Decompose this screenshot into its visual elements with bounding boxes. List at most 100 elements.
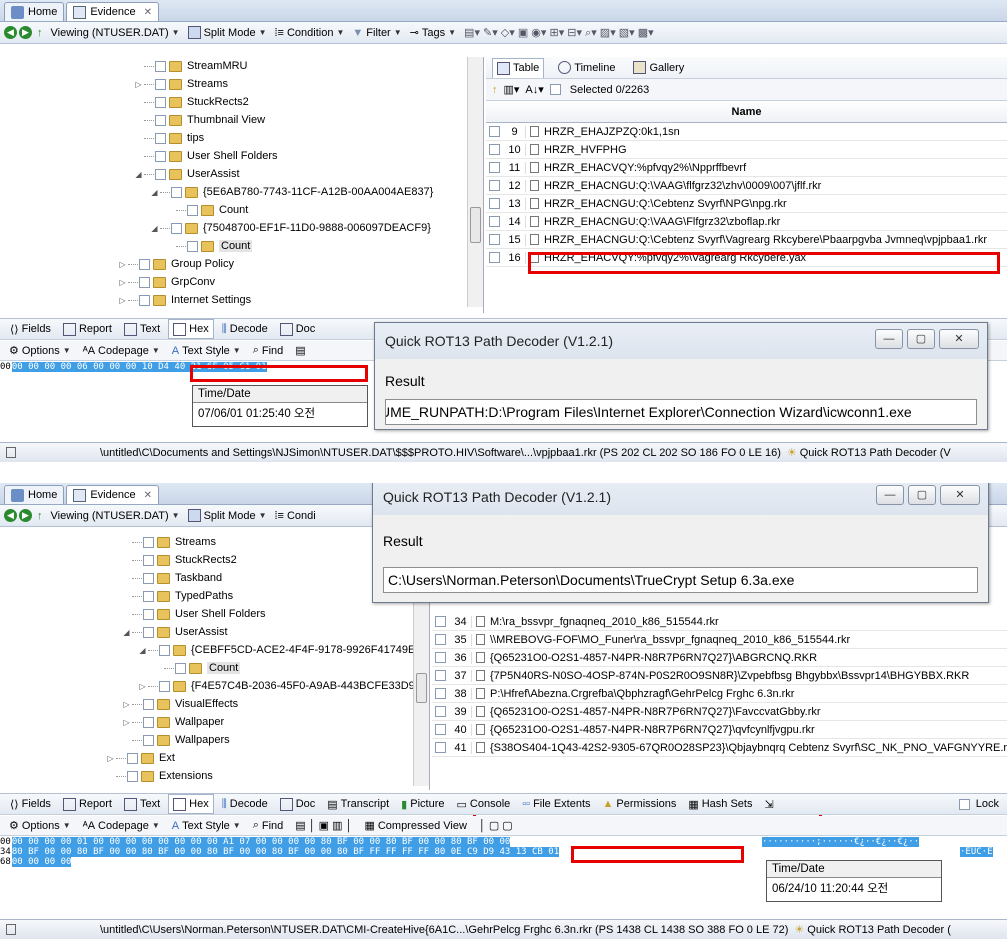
row-checkbox[interactable]	[489, 144, 500, 155]
tree-checkbox[interactable]	[155, 168, 166, 180]
status-task[interactable]: Quick ROT13 Path Decoder (	[807, 924, 951, 936]
tab-file-extents[interactable]: ▫▫ File Extents	[518, 798, 594, 810]
table-row[interactable]: 41 {S38OS404-1Q43-42S2-9305-67QR0O28SP23}…	[432, 739, 1007, 757]
tab-evidence[interactable]: Evidence ✕	[66, 485, 159, 504]
tab-fields[interactable]: ⟨⟩ Fields	[6, 323, 55, 336]
tree-node[interactable]: Wallpapers	[122, 731, 429, 749]
expander-icon[interactable]: ▷	[118, 260, 127, 269]
table-row[interactable]: 35 \\MREBOVG-FOF\MO_Funer\ra_bssvpr_fgnaq…	[432, 631, 1007, 649]
row-checkbox[interactable]	[435, 652, 446, 663]
tab-decode[interactable]: ⫼ Decode	[218, 323, 272, 336]
tab-report[interactable]: Report	[59, 797, 116, 811]
row-checkbox[interactable]	[489, 126, 500, 137]
tree-node[interactable]: ◢ UserAssist	[134, 165, 483, 183]
tab-evidence[interactable]: Evidence ✕	[66, 2, 159, 21]
table-row[interactable]: 12 HRZR_EHACNGU:Q:\VAAG\flfgrz32\zhv\0009…	[486, 177, 1007, 195]
page-icons[interactable]: │ ▢ ▢	[476, 819, 516, 832]
forward-icon[interactable]: ▶	[19, 26, 32, 39]
tab-doc[interactable]: Doc	[276, 322, 320, 336]
tree-node[interactable]: ▷ VisualEffects	[122, 695, 429, 713]
table-row[interactable]: 38 P:\Hfref\Abezna.Crgrefba\Qbphzragf\Geh…	[432, 685, 1007, 703]
close-tab-icon[interactable]: ✕	[144, 490, 152, 501]
select-all-checkbox[interactable]	[549, 84, 561, 95]
expander-icon[interactable]: ▷	[122, 718, 131, 727]
tree-node[interactable]: ▷ GrpConv	[118, 273, 483, 291]
tree-checkbox[interactable]	[175, 662, 186, 674]
row-checkbox[interactable]	[435, 724, 446, 735]
maximize-button[interactable]: ▢	[907, 329, 935, 349]
condition-dropdown[interactable]: ⁞≡ Condition ▼	[272, 27, 348, 39]
sort-up-icon[interactable]: ↑	[492, 84, 498, 96]
tab-text[interactable]: Text	[120, 322, 164, 336]
tree-checkbox[interactable]	[155, 78, 166, 90]
toolbar-icons[interactable]: ▤ │ ▣ ▥ │	[292, 819, 355, 832]
tree-node[interactable]: User Shell Folders	[122, 605, 429, 623]
tab-permissions[interactable]: ▲ Permissions	[599, 798, 681, 810]
tree-checkbox[interactable]	[143, 590, 154, 602]
lock-checkbox[interactable]	[958, 798, 970, 810]
tab-transcript[interactable]: ▤ Transcript	[323, 798, 393, 811]
tree-node[interactable]: ◢ {75048700-EF1F-11D0-9888-006097DEACF9}	[150, 219, 483, 237]
tree-node[interactable]: ▷ Wallpaper	[122, 713, 429, 731]
expander-icon[interactable]: ▷	[122, 700, 131, 709]
name-column-header[interactable]: Name	[486, 101, 1007, 123]
tree-checkbox[interactable]	[155, 150, 166, 162]
split-mode-dropdown[interactable]: Split Mode ▼	[185, 26, 270, 39]
table-row[interactable]: 10 HRZR_HVFPHG	[486, 141, 1007, 159]
tab-console[interactable]: ▭ Console	[452, 798, 514, 811]
tree-node[interactable]: ◢ {CEBFF5CD-ACE2-4F4F-9178-9926F41749EA}	[138, 641, 429, 659]
tab-home[interactable]: Home	[4, 2, 65, 21]
tab-timeline[interactable]: Timeline	[554, 61, 619, 74]
tab-picture[interactable]: ▮ Picture	[397, 798, 448, 811]
forward-icon[interactable]: ▶	[19, 509, 32, 522]
result-field[interactable]: C:\Users\Norman.Peterson\Documents\TrueC…	[383, 567, 978, 593]
tree-checkbox[interactable]	[155, 60, 166, 72]
tab-hash-sets[interactable]: ▦ Hash Sets	[684, 798, 756, 811]
find-button[interactable]: ⌕ Find	[250, 344, 287, 357]
table-row[interactable]: 40 {Q65231O0-O2S1-4857-N4PR-N8R7P6RN7Q27}…	[432, 721, 1007, 739]
tab-doc[interactable]: Doc	[276, 797, 320, 811]
expander-icon[interactable]: ▷	[118, 278, 127, 287]
options-dropdown[interactable]: ⚙ Options ▼	[6, 819, 74, 833]
expander-icon[interactable]: ◢	[150, 188, 159, 197]
table-row[interactable]: 37 {7P5N40RS-N0SO-4OSP-874N-P0S2R0O9SN8R}…	[432, 667, 1007, 685]
tab-home[interactable]: Home	[4, 485, 65, 504]
tree-node[interactable]: ▷ Internet Settings	[118, 291, 483, 309]
result-field[interactable]: UME_RUNPATH:D:\Program Files\Internet Ex…	[385, 399, 977, 425]
table-row[interactable]: 14 HRZR_EHACNGU:Q:\VAAG\Flfgrz32\zboflap.…	[486, 213, 1007, 231]
tree-node[interactable]: ▷ Ext	[106, 749, 429, 767]
row-checkbox[interactable]	[435, 634, 446, 645]
toolbar-icons[interactable]: ▤▾ ✎▾ ◇▾ ▣ ◉▾ ⊞▾ ⊟▾ ⌕▾ ▨▾ ▧▾ ▩▾	[461, 26, 657, 40]
up-button[interactable]: ↑	[34, 27, 46, 39]
hex-ascii-line[interactable]: ··········;······€¿··€¿··€¿··	[762, 837, 920, 847]
condition-dropdown[interactable]: ⁞≡ Condi	[272, 510, 319, 522]
hex-bytes[interactable]: 00 00 00 00 06 00 00 00 10 D4 40 21 6F 0…	[11, 362, 267, 372]
tree-checkbox[interactable]	[127, 752, 138, 764]
table-row[interactable]: 34 M:\ra_bssvpr_fgnaqneq_2010_k86_515544.…	[432, 613, 1007, 631]
tree-checkbox[interactable]	[171, 186, 182, 198]
lock-toggle[interactable]: Lock	[955, 798, 1007, 810]
tree-node[interactable]: ▷ Streams	[134, 75, 483, 93]
tree-scroll-thumb[interactable]	[416, 673, 427, 703]
tree-checkbox[interactable]	[187, 240, 198, 252]
row-checkbox[interactable]	[489, 198, 500, 209]
hex-ascii-line[interactable]: ·ÉÙC·Ë	[960, 847, 993, 857]
compressed-view-button[interactable]: ▦ Compressed View	[361, 819, 469, 833]
tree-node[interactable]: StreamMRU	[134, 57, 483, 75]
tab-gallery[interactable]: Gallery	[629, 61, 688, 74]
row-checkbox[interactable]	[435, 688, 446, 699]
close-button[interactable]: ✕	[939, 329, 979, 349]
tree-checkbox[interactable]	[139, 294, 150, 306]
tree-scrollbar[interactable]	[467, 57, 483, 307]
table-row[interactable]: 36 {Q65231O0-O2S1-4857-N4PR-N8R7P6RN7Q27}…	[432, 649, 1007, 667]
tree-checkbox[interactable]	[143, 608, 154, 620]
tags-dropdown[interactable]: ⊸ Tags ▼	[407, 26, 459, 40]
tree-node[interactable]: tips	[134, 129, 483, 147]
viewing-dropdown[interactable]: Viewing (NTUSER.DAT) ▼	[48, 27, 183, 39]
viewing-dropdown[interactable]: Viewing (NTUSER.DAT) ▼	[48, 510, 183, 522]
tree-checkbox[interactable]	[159, 680, 170, 692]
tree-checkbox[interactable]	[143, 572, 154, 584]
tree-checkbox[interactable]	[155, 96, 166, 108]
columns-icon[interactable]: ▥▾	[504, 83, 520, 96]
expander-icon[interactable]: ◢	[150, 224, 159, 233]
